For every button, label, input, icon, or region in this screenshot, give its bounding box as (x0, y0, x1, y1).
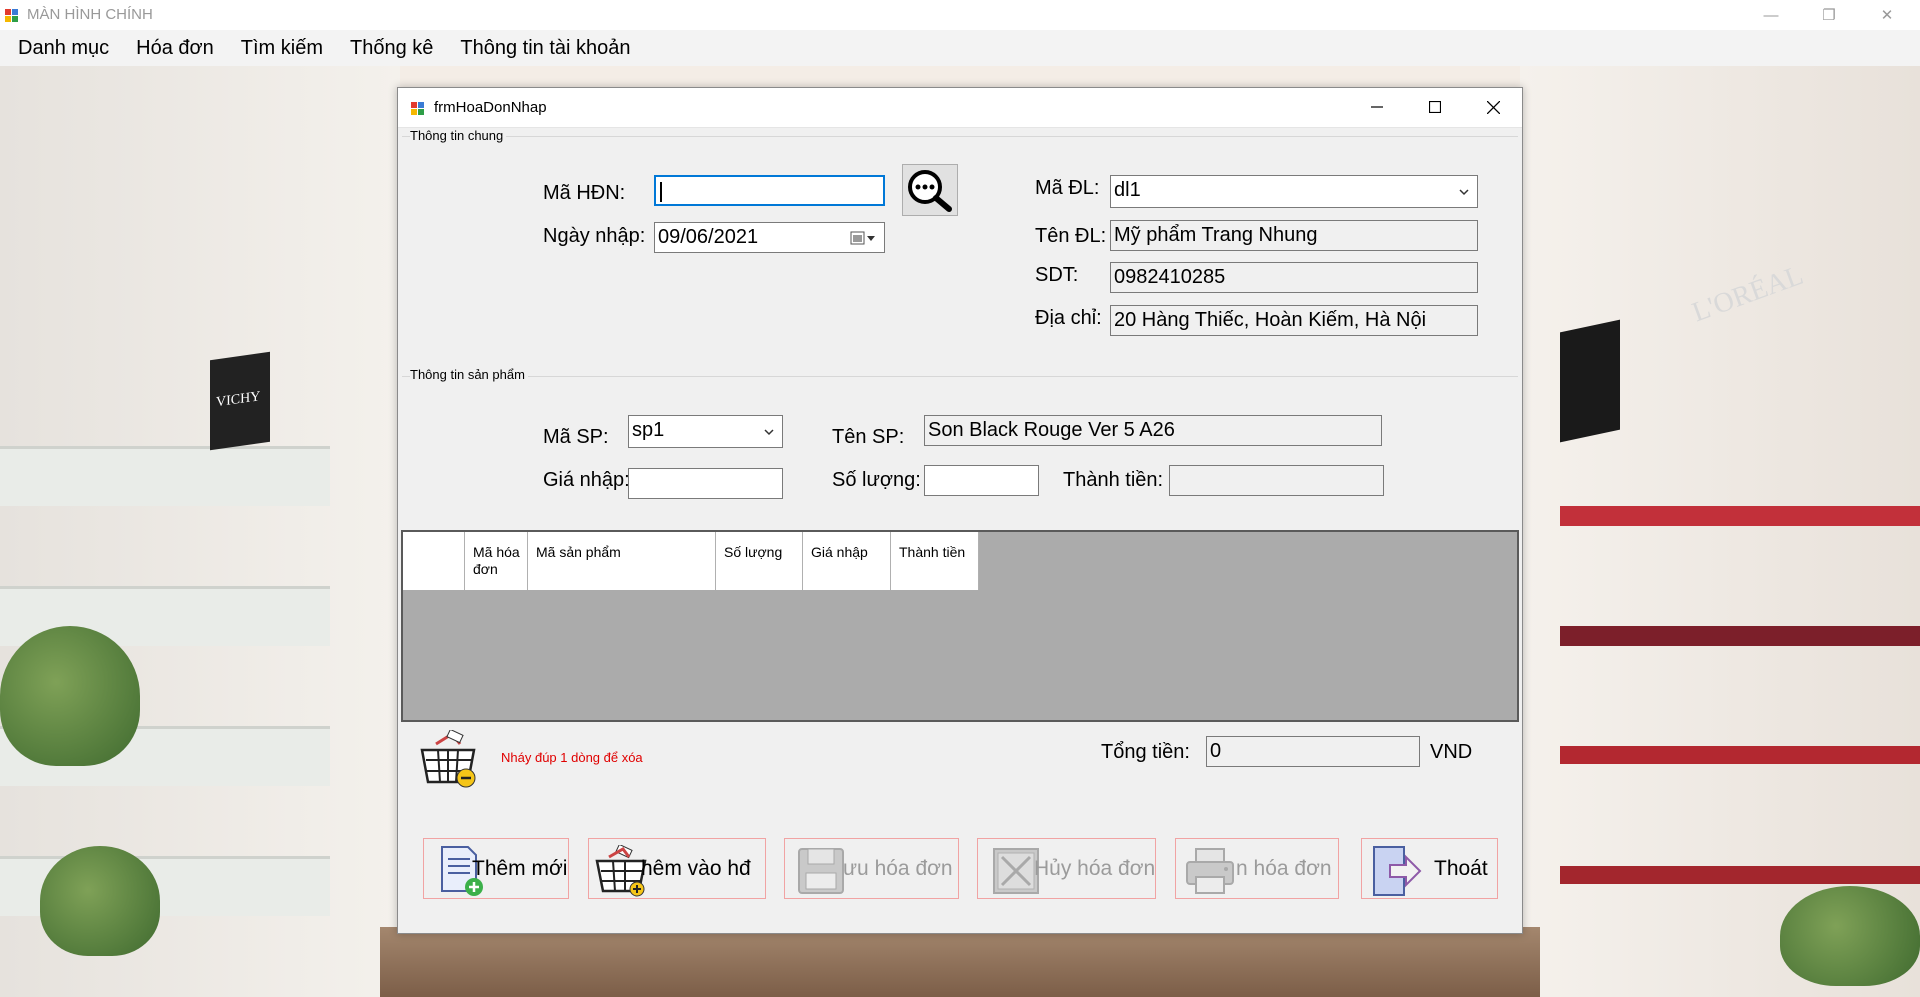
gia-nhap-label: Giá nhập: (543, 469, 630, 491)
tong-tien-field[interactable]: 0 (1206, 736, 1420, 767)
search-invoice-button[interactable] (902, 164, 958, 216)
so-luong-input[interactable] (924, 465, 1039, 496)
form-close-button[interactable] (1464, 88, 1522, 126)
vichy-sign: VICHY (210, 351, 270, 451)
menu-thong-tin-tai-khoan[interactable]: Thông tin tài khoản (448, 30, 642, 66)
menu-tim-kiem[interactable]: Tìm kiếm (229, 30, 335, 66)
ma-dl-combobox[interactable]: dl1 (1110, 175, 1478, 208)
thanh-tien-label: Thành tiền: (1063, 469, 1164, 491)
sdt-label: SDT: (1035, 264, 1079, 286)
form-hoa-don-nhap: frmHoaDonNhap Thông tin chung Mã HĐN: Ng… (397, 87, 1523, 934)
product-info-group (402, 376, 1518, 377)
exit-icon (1373, 846, 1422, 896)
dia-chi-field[interactable]: 20 Hàng Thiếc, Hoàn Kiếm, Hà Nội (1110, 305, 1478, 336)
grid-header: Mã hóa đơn Mã sản phẩm Số lượng Giá nhập… (403, 532, 979, 590)
currency-label: VND (1430, 741, 1473, 763)
form-title: frmHoaDonNhap (434, 99, 547, 116)
close-button[interactable]: ✕ (1858, 0, 1916, 30)
so-luong-label: Số lượng: (832, 469, 921, 491)
main-titlebar: MÀN HÌNH CHÍNH — ❐ ✕ (0, 0, 1920, 30)
tong-tien-label: Tổng tiền: (1101, 741, 1190, 763)
in-hoa-don-button[interactable]: n hóa đơn (1175, 838, 1339, 899)
luu-hoa-don-button[interactable]: ưu hóa đơn (784, 838, 959, 899)
save-icon (798, 848, 844, 894)
dia-chi-label: Địa chỉ: (1035, 307, 1102, 329)
delete-hint-text: Nháy đúp 1 dòng để xóa (501, 750, 643, 765)
grid-col-thanh-tien[interactable]: Thành tiền (891, 532, 979, 590)
ten-sp-field[interactable]: Son Black Rouge Ver 5 A26 (924, 415, 1382, 446)
delete-row-basket-icon[interactable] (418, 728, 480, 790)
gia-nhap-input[interactable] (628, 468, 783, 499)
grid-row-header-corner (403, 532, 465, 590)
thanh-tien-field[interactable] (1169, 465, 1384, 496)
grid-col-so-luong[interactable]: Số lượng (716, 532, 803, 590)
ngay-nhap-label: Ngày nhập: (543, 225, 646, 247)
main-window: MÀN HÌNH CHÍNH — ❐ ✕ Danh mục Hóa đơn Tì… (0, 0, 1920, 997)
app-icon (5, 9, 18, 22)
thoat-button[interactable]: Thoát (1361, 838, 1498, 899)
form-icon (411, 102, 424, 115)
chevron-down-icon (1459, 189, 1469, 196)
menu-thong-ke[interactable]: Thống kê (338, 30, 445, 66)
menu-bar: Danh mục Hóa đơn Tìm kiếm Thống kê Thông… (0, 30, 1920, 66)
them-moi-button[interactable]: Thêm mới (423, 838, 569, 899)
text-caret (660, 182, 662, 202)
grid-col-ma-hoa-don[interactable]: Mã hóa đơn (465, 532, 528, 590)
main-window-title: MÀN HÌNH CHÍNH (27, 6, 153, 23)
ma-dl-label: Mã ĐL: (1035, 177, 1100, 199)
huy-hoa-don-button[interactable]: Hủy hóa đơn (977, 838, 1156, 899)
form-titlebar: frmHoaDonNhap (398, 88, 1522, 128)
ten-dl-label: Tên ĐL: (1035, 225, 1107, 247)
ma-hdn-label: Mã HĐN: (543, 182, 626, 204)
grid-col-ma-san-pham[interactable]: Mã sản phẩm (528, 532, 716, 590)
minimize-icon (1371, 106, 1383, 108)
form-maximize-button[interactable] (1406, 88, 1464, 126)
form-minimize-button[interactable] (1348, 88, 1406, 126)
ten-sp-label: Tên SP: (832, 426, 905, 448)
ma-hdn-input[interactable] (654, 175, 885, 206)
calendar-dropdown-icon[interactable] (850, 231, 878, 245)
minimize-button[interactable]: — (1742, 0, 1800, 30)
ngay-nhap-datepicker[interactable]: 09/06/2021 (654, 222, 885, 253)
general-info-group-label: Thông tin chung (410, 128, 507, 143)
them-vao-hd-button[interactable]: hêm vào hđ (588, 838, 766, 899)
ten-dl-field[interactable]: Mỹ phẩm Trang Nhung (1110, 220, 1478, 251)
add-to-basket-icon (595, 845, 647, 897)
ma-sp-combobox[interactable]: sp1 (628, 415, 783, 448)
restore-icon: ❐ (1822, 7, 1836, 24)
close-icon: ✕ (1880, 7, 1894, 24)
print-icon (1186, 848, 1234, 894)
menu-hoa-don[interactable]: Hóa đơn (124, 30, 226, 66)
restore-button[interactable]: ❐ (1800, 0, 1858, 30)
maximize-icon (1429, 101, 1441, 113)
ma-sp-label: Mã SP: (543, 426, 609, 448)
close-icon (1486, 100, 1500, 114)
search-icon (908, 170, 952, 212)
grid-col-gia-nhap[interactable]: Giá nhập (803, 532, 891, 590)
sdt-field[interactable]: 0982410285 (1110, 262, 1478, 293)
product-info-group-label: Thông tin sản phẩm (410, 367, 528, 382)
invoice-detail-grid[interactable]: Mã hóa đơn Mã sản phẩm Số lượng Giá nhập… (401, 530, 1519, 722)
general-info-group (402, 136, 1518, 137)
menu-danh-muc[interactable]: Danh mục (6, 30, 121, 66)
minimize-icon: — (1763, 6, 1779, 24)
chevron-down-icon (764, 429, 774, 436)
